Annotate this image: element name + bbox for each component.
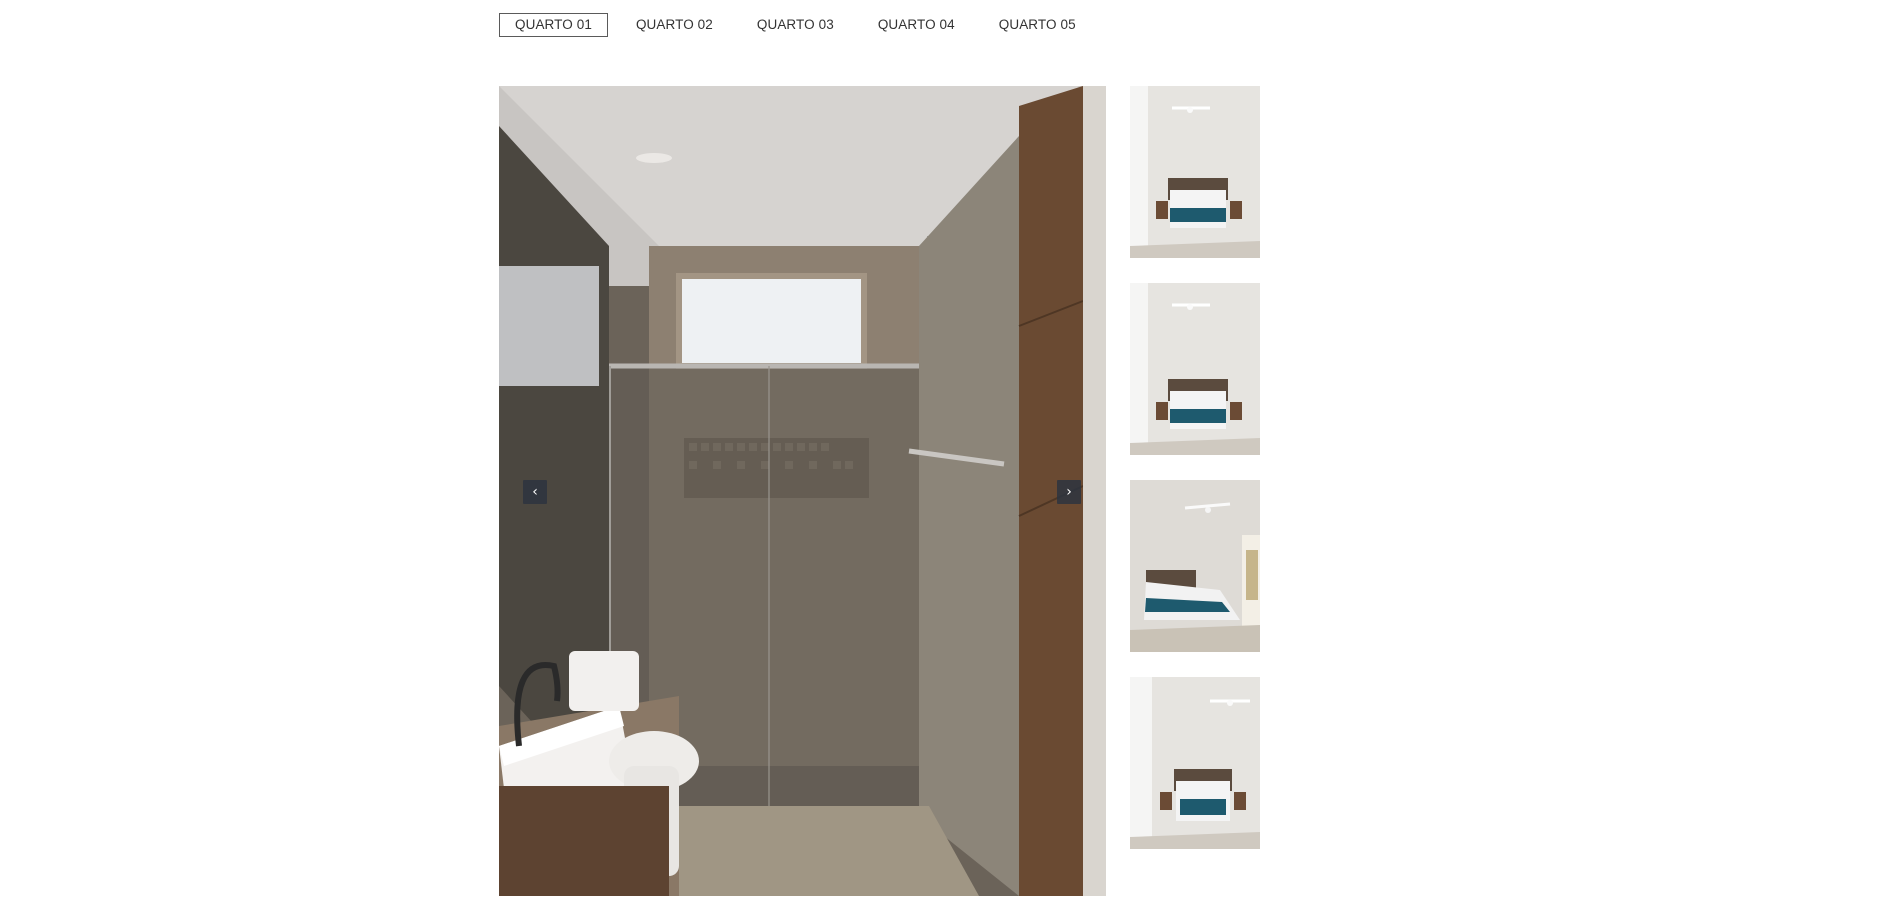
- room-tabs: QUARTO 01 QUARTO 02 QUARTO 03 QUARTO 04 …: [499, 13, 1092, 37]
- bathroom-shower-photo: [499, 86, 1106, 896]
- gallery-prev-button[interactable]: ‹: [523, 480, 547, 504]
- bedroom-photo: [1130, 86, 1260, 258]
- bedroom-photo: [1130, 677, 1260, 849]
- gallery-thumbnail-3[interactable]: [1130, 480, 1260, 652]
- chevron-left-icon: ‹: [532, 484, 538, 500]
- gallery-thumbnail-1[interactable]: [1130, 86, 1260, 258]
- bedroom-photo: [1130, 480, 1260, 652]
- tab-quarto-03[interactable]: QUARTO 03: [741, 13, 850, 37]
- gallery-thumbnail-2[interactable]: [1130, 283, 1260, 455]
- tab-quarto-01[interactable]: QUARTO 01: [499, 13, 608, 37]
- gallery-next-button[interactable]: ›: [1057, 480, 1081, 504]
- bedroom-photo: [1130, 283, 1260, 455]
- gallery-thumbnail-4[interactable]: [1130, 677, 1260, 849]
- gallery-thumbnails: [1130, 86, 1260, 874]
- gallery-main-image: [499, 86, 1106, 896]
- tab-quarto-02[interactable]: QUARTO 02: [620, 13, 729, 37]
- tab-quarto-05[interactable]: QUARTO 05: [983, 13, 1092, 37]
- tab-quarto-04[interactable]: QUARTO 04: [862, 13, 971, 37]
- chevron-right-icon: ›: [1066, 484, 1072, 500]
